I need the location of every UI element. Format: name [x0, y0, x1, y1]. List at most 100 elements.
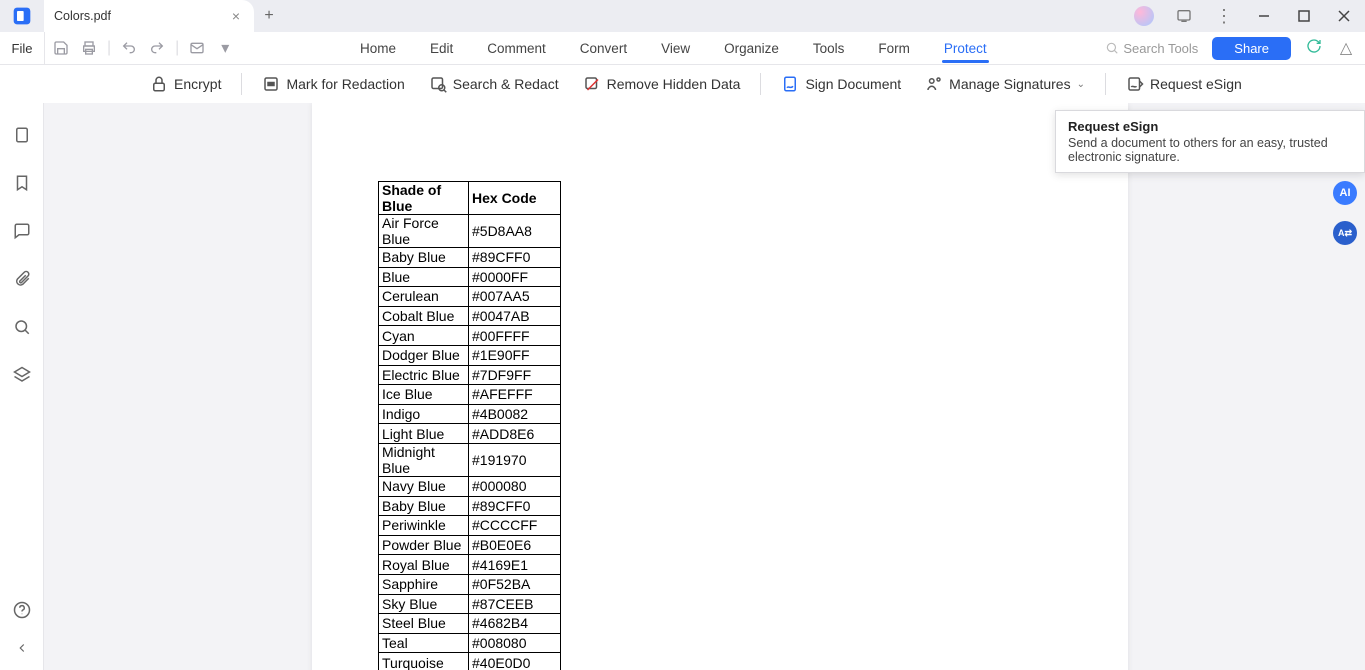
- document-area[interactable]: Shade of Blue Hex Code Air Force Blue#5D…: [44, 103, 1365, 670]
- mark-for-redaction-button[interactable]: Mark for Redaction: [252, 71, 414, 97]
- cell-shade: Navy Blue: [379, 476, 469, 496]
- tooltip-body: Send a document to others for an easy, t…: [1068, 136, 1352, 164]
- help-icon[interactable]: [12, 600, 32, 620]
- collapse-ribbon-icon[interactable]: △: [1337, 38, 1355, 58]
- encrypt-button[interactable]: Encrypt: [140, 71, 231, 97]
- cell-shade: Cerulean: [379, 287, 469, 307]
- tab-protect[interactable]: Protect: [942, 35, 989, 62]
- undo-icon[interactable]: [119, 40, 139, 56]
- cell-shade: Blue: [379, 267, 469, 287]
- table-row: Cyan#00FFFF: [379, 326, 561, 346]
- cell-shade: Baby Blue: [379, 496, 469, 516]
- menu-right: Search Tools Share △: [1105, 37, 1365, 60]
- tab-convert[interactable]: Convert: [578, 35, 629, 62]
- new-tab-button[interactable]: +: [254, 0, 284, 32]
- thumbnails-icon[interactable]: [12, 125, 32, 145]
- mail-icon[interactable]: [187, 40, 207, 56]
- tab-comment[interactable]: Comment: [485, 35, 548, 62]
- tab-tools[interactable]: Tools: [811, 35, 847, 62]
- close-window-button[interactable]: [1329, 2, 1359, 30]
- table-header-row: Shade of Blue Hex Code: [379, 182, 561, 215]
- table-row: Ice Blue#AFEFFF: [379, 385, 561, 405]
- tab-title: Colors.pdf: [54, 9, 111, 23]
- pdf-page: Shade of Blue Hex Code Air Force Blue#5D…: [312, 103, 1128, 670]
- tab-form[interactable]: Form: [876, 35, 912, 62]
- search-and-redact-button[interactable]: Search & Redact: [419, 71, 569, 97]
- table-row: Cobalt Blue#0047AB: [379, 306, 561, 326]
- maximize-button[interactable]: [1289, 2, 1319, 30]
- header-shade: Shade of Blue: [379, 182, 469, 215]
- cell-hex: #000080: [469, 476, 561, 496]
- save-icon[interactable]: [51, 40, 71, 56]
- table-row: Powder Blue#B0E0E6: [379, 535, 561, 555]
- comments-icon[interactable]: [12, 221, 32, 241]
- notes-icon[interactable]: [1169, 2, 1199, 30]
- tooltip-title: Request eSign: [1068, 119, 1352, 134]
- lock-icon: [150, 75, 168, 93]
- print-icon[interactable]: [79, 40, 99, 56]
- sync-icon[interactable]: [1305, 38, 1323, 59]
- tab-edit[interactable]: Edit: [428, 35, 455, 62]
- more-icon[interactable]: ⋮: [1209, 2, 1239, 30]
- cell-hex: #4682B4: [469, 614, 561, 634]
- table-row: Steel Blue#4682B4: [379, 614, 561, 634]
- table-row: Sky Blue#87CEEB: [379, 594, 561, 614]
- file-menu[interactable]: File: [0, 41, 44, 56]
- customize-quick-access-icon[interactable]: ▾: [215, 38, 235, 58]
- search-placeholder: Search Tools: [1123, 41, 1198, 56]
- cell-hex: #191970: [469, 443, 561, 476]
- window-controls: ⋮: [1129, 0, 1365, 32]
- table-row: Cerulean#007AA5: [379, 287, 561, 307]
- translate-icon[interactable]: A⇄: [1333, 221, 1357, 245]
- document-tab[interactable]: Colors.pdf ×: [44, 0, 254, 32]
- cell-hex: #AFEFFF: [469, 385, 561, 405]
- table-row: Air Force Blue#5D8AA8: [379, 215, 561, 248]
- layers-icon[interactable]: [12, 365, 32, 385]
- minimize-button[interactable]: [1249, 2, 1279, 30]
- request-esign-button[interactable]: Request eSign: [1116, 71, 1252, 97]
- tab-view[interactable]: View: [659, 35, 692, 62]
- cell-hex: #1E90FF: [469, 345, 561, 365]
- colors-table: Shade of Blue Hex Code Air Force Blue#5D…: [378, 181, 561, 670]
- close-tab-icon[interactable]: ×: [228, 8, 244, 24]
- table-row: Blue#0000FF: [379, 267, 561, 287]
- cell-shade: Ice Blue: [379, 385, 469, 405]
- table-row: Navy Blue#000080: [379, 476, 561, 496]
- table-row: Sapphire#0F52BA: [379, 574, 561, 594]
- menu-bar: File | | ▾ HomeEditCommentConvertViewOrg…: [0, 32, 1365, 65]
- header-hex: Hex Code: [469, 182, 561, 215]
- table-row: Periwinkle#CCCCFF: [379, 516, 561, 536]
- table-row: Electric Blue#7DF9FF: [379, 365, 561, 385]
- cell-hex: #4B0082: [469, 404, 561, 424]
- left-side-panel: [0, 103, 44, 670]
- ai-assistant-icon[interactable]: AI: [1333, 181, 1357, 205]
- manage-sign-icon: [925, 75, 943, 93]
- collapse-panel-icon[interactable]: [12, 638, 32, 658]
- tab-home[interactable]: Home: [358, 35, 398, 62]
- cell-shade: Light Blue: [379, 424, 469, 444]
- cell-shade: Steel Blue: [379, 614, 469, 634]
- redo-icon[interactable]: [147, 40, 167, 56]
- avatar-icon[interactable]: [1129, 2, 1159, 30]
- cell-shade: Royal Blue: [379, 555, 469, 575]
- sign-document-button[interactable]: Sign Document: [771, 71, 911, 97]
- cell-hex: #87CEEB: [469, 594, 561, 614]
- cell-shade: Dodger Blue: [379, 345, 469, 365]
- cell-hex: #40E0D0: [469, 653, 561, 670]
- share-button[interactable]: Share: [1212, 37, 1291, 60]
- cell-hex: #CCCCFF: [469, 516, 561, 536]
- bookmarks-icon[interactable]: [12, 173, 32, 193]
- protect-ribbon: Encrypt Mark for Redaction Search & Reda…: [0, 65, 1365, 103]
- table-row: Light Blue#ADD8E6: [379, 424, 561, 444]
- attachments-icon[interactable]: [12, 269, 32, 289]
- cell-shade: Sapphire: [379, 574, 469, 594]
- main-area: Shade of Blue Hex Code Air Force Blue#5D…: [0, 103, 1365, 670]
- table-row: Turquoise#40E0D0: [379, 653, 561, 670]
- remove-hidden-data-button[interactable]: Remove Hidden Data: [573, 71, 751, 97]
- tab-organize[interactable]: Organize: [722, 35, 781, 62]
- cell-hex: #7DF9FF: [469, 365, 561, 385]
- manage-signatures-button[interactable]: Manage Signatures ⌄: [915, 71, 1095, 97]
- search-panel-icon[interactable]: [12, 317, 32, 337]
- request-esign-icon: [1126, 75, 1144, 93]
- search-tools[interactable]: Search Tools: [1105, 41, 1198, 56]
